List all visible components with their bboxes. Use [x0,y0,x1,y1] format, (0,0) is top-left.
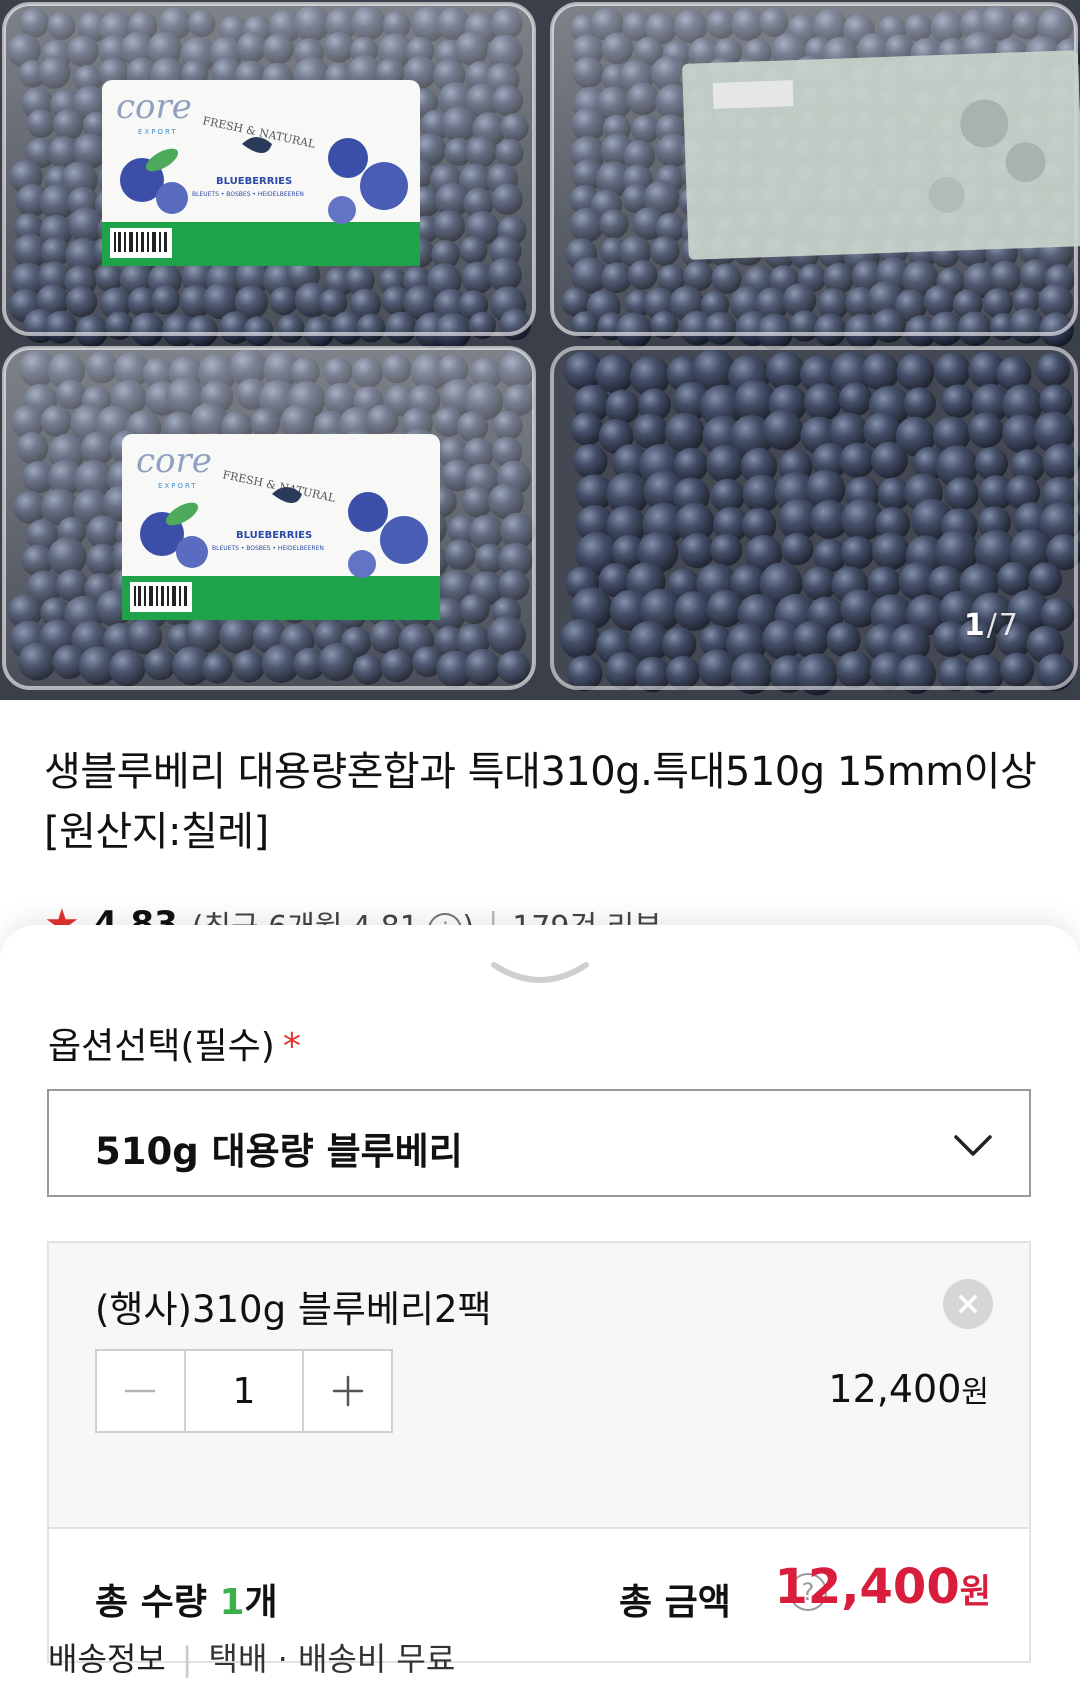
product-label-top-left: core EXPORT FRESH & NATURAL BLUEBERRIES … [102,80,420,266]
option-section-label: 옵션선택(필수) * [48,1017,301,1069]
svg-text:BLUEBERRIES: BLUEBERRIES [236,530,312,541]
shipping-label: 배송정보 [48,1640,166,1678]
divider: | [181,1640,193,1678]
selected-option-text: 510g 대용량 블루베리 [95,1130,463,1173]
increase-quantity-button[interactable] [304,1351,391,1431]
total-quantity-unit: 개 [244,1582,278,1623]
product-image-carousel[interactable]: core EXPORT FRESH & NATURAL BLUEBERRIES … [0,0,1080,700]
shipping-value: 택배 · 배송비 무료 [208,1640,456,1678]
svg-text:BLUEBERRIES: BLUEBERRIES [216,176,292,187]
image-counter: 1/7 [964,608,1020,643]
svg-text:BLEUETS • BOSBES • HEIDELBEERE: BLEUETS • BOSBES • HEIDELBEEREN [212,545,324,552]
total-amount: 12,400원 [774,1559,991,1615]
total-quantity-value: 1 [219,1582,245,1623]
svg-text:EXPORT: EXPORT [138,128,178,136]
item-price-unit: 원 [961,1375,989,1410]
decrease-quantity-button[interactable] [97,1351,184,1431]
total-quantity-label: 총 수량 [95,1582,220,1623]
quantity-stepper: 1 [95,1349,393,1433]
svg-text:core: core [116,87,192,127]
sheet-collapse-handle[interactable] [488,955,592,995]
shipping-info-row: 배송정보 | 택배 · 배송비 무료 [48,1634,455,1680]
product-title: 생블루베리 대용량혼합과 특대310g.특대510g 15mm이상 [원산지:칠… [44,749,1037,855]
remove-item-button[interactable] [943,1279,993,1329]
plus-icon [332,1375,363,1407]
required-mark: * [282,1026,301,1067]
item-price: 12,400원 [828,1367,989,1411]
svg-text:BLEUETS • BOSBES • HEIDELBEERE: BLEUETS • BOSBES • HEIDELBEEREN [192,191,304,198]
option-bottom-sheet: 옵션선택(필수) * 510g 대용량 블루베리 (행사)310g 블루베리2팩 … [0,925,1080,1685]
image-counter-current: 1 [963,608,987,643]
svg-text:EXPORT: EXPORT [158,482,198,490]
minus-icon [125,1389,156,1393]
selected-item-box: (행사)310g 블루베리2팩 1 12,400원 [47,1241,1031,1529]
total-amount-label: 총 금액 [619,1582,731,1623]
total-amount-unit: 원 [959,1572,991,1612]
total-amount-value: 12,400 [774,1559,960,1615]
chevron-down-handle-icon [491,962,589,983]
image-counter-separator: / [986,608,999,643]
total-quantity: 총 수량 1개 [95,1573,278,1625]
cart-item-name: (행사)310g 블루베리2팩 [95,1288,492,1331]
item-price-value: 12,400 [828,1367,962,1411]
chevron-down-icon [954,1135,992,1156]
close-icon [959,1295,977,1313]
product-label-top-right-back [682,50,1080,260]
option-select-dropdown[interactable]: 510g 대용량 블루베리 [47,1089,1031,1197]
image-counter-total: 7 [998,608,1020,643]
quantity-value[interactable]: 1 [183,1351,305,1431]
product-label-bottom-left: core EXPORT FRESH & NATURAL BLUEBERRIES … [122,434,440,620]
blueberry-packs-image: core EXPORT FRESH & NATURAL BLUEBERRIES … [0,0,1080,700]
svg-text:core: core [136,441,212,481]
option-label-text: 옵션선택(필수) [48,1026,275,1067]
